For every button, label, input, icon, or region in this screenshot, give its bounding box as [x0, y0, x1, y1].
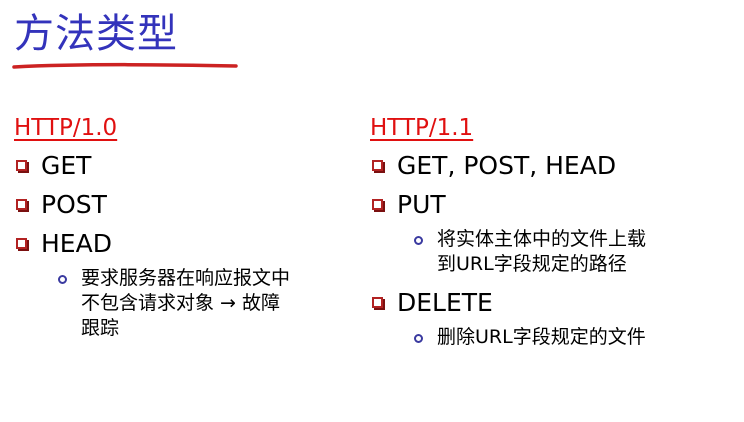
http11-item-put: PUT	[370, 185, 720, 224]
http10-item-post: POST	[14, 185, 364, 224]
item-label: POST	[41, 189, 107, 219]
item-label: PUT	[397, 189, 446, 219]
slide-title: 方法类型	[14, 11, 178, 57]
sub-line: 不包含请求对象 → 故障	[81, 292, 280, 314]
square-bullet-icon	[16, 199, 27, 210]
http11-header: HTTP/1.1	[370, 115, 474, 141]
title-underline	[12, 62, 238, 69]
circle-bullet-icon	[414, 334, 423, 343]
sub-text: 将实体主体中的文件上载 到URL字段规定的路径	[437, 227, 646, 277]
circle-bullet-icon	[414, 236, 423, 245]
http10-column: HTTP/1.0 GET POST HEAD 要求服务器在响应报文中 不包含请求…	[14, 110, 364, 347]
square-bullet-icon	[372, 160, 383, 171]
http10-item-get: GET	[14, 146, 364, 185]
circle-bullet-icon	[58, 275, 67, 284]
sub-line: 跟踪	[81, 317, 120, 339]
square-bullet-icon	[372, 199, 383, 210]
item-label: DELETE	[397, 287, 493, 317]
square-bullet-icon	[372, 297, 383, 308]
sub-text: 删除URL字段规定的文件	[437, 325, 646, 350]
sub-line: 到URL字段规定的路径	[437, 253, 627, 275]
sub-line: 删除URL字段规定的文件	[437, 326, 646, 348]
item-label: GET	[41, 150, 92, 180]
sub-text: 要求服务器在响应报文中 不包含请求对象 → 故障 跟踪	[81, 266, 290, 341]
square-bullet-icon	[16, 238, 27, 249]
http10-item-head: HEAD	[14, 224, 364, 263]
item-label: HEAD	[41, 228, 112, 258]
square-bullet-icon	[16, 160, 27, 171]
http11-column: HTTP/1.1 GET, POST, HEAD PUT 将实体主体中的文件上载…	[370, 110, 720, 356]
http11-item-get-post-head: GET, POST, HEAD	[370, 146, 720, 185]
http11-item-delete: DELETE	[370, 283, 720, 322]
head-description: 要求服务器在响应报文中 不包含请求对象 → 故障 跟踪	[58, 266, 364, 341]
sub-line: 将实体主体中的文件上载	[437, 228, 647, 250]
sub-line: 要求服务器在响应报文中	[81, 267, 291, 289]
item-label: GET, POST, HEAD	[397, 150, 617, 180]
http10-header: HTTP/1.0	[14, 115, 118, 141]
delete-description: 删除URL字段规定的文件	[414, 325, 720, 350]
put-description: 将实体主体中的文件上载 到URL字段规定的路径	[414, 227, 720, 277]
